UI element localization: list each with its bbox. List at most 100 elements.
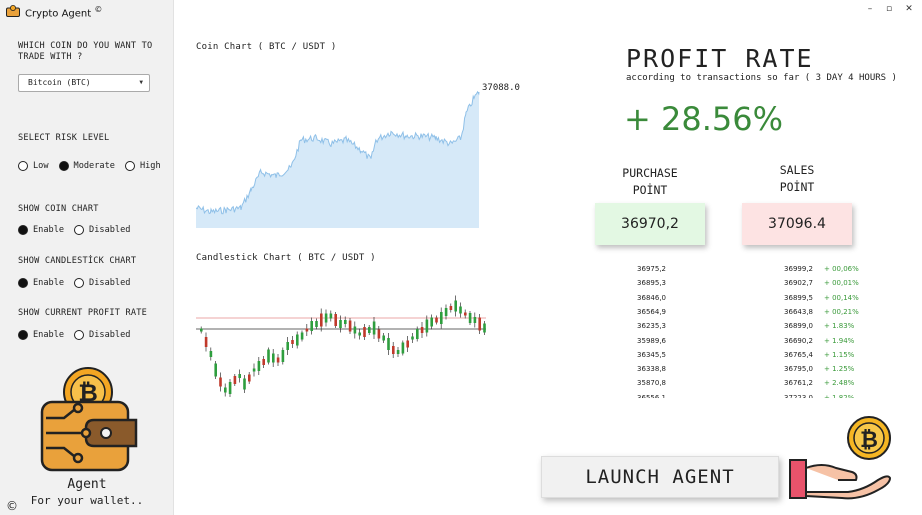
- transaction-row: 36564,9 36643,8 + 00,21%: [600, 308, 880, 322]
- candle-body: [454, 300, 457, 312]
- minimize-button[interactable]: –: [862, 2, 878, 16]
- window-title: Crypto Agent ©: [25, 5, 102, 19]
- transaction-row: 35989,6 36690,2 + 1.94%: [600, 337, 880, 351]
- candlestick-toggle-group: Enable Disabled: [18, 276, 140, 290]
- candle-body: [382, 335, 385, 341]
- candle-body: [368, 327, 371, 333]
- window-title-text: Crypto Agent: [25, 8, 92, 20]
- candle-body: [464, 312, 467, 316]
- transactions-list: 36975,2 36999,2 + 00,06% 36895,3 36902,7 + 00…: [600, 264, 880, 398]
- transaction-sell: 37223,0: [784, 393, 813, 398]
- candle-body: [401, 342, 405, 354]
- profit-rate-title: PROFIT RATE: [626, 44, 814, 73]
- candle-body: [430, 317, 433, 327]
- candle-body: [248, 374, 251, 382]
- transaction-rate: + 1.82%: [824, 393, 855, 398]
- risk-option-low[interactable]: Low: [18, 161, 49, 171]
- agent-title: Agent: [67, 477, 107, 492]
- candle-body: [281, 350, 285, 362]
- transaction-rate: + 1.25%: [824, 365, 855, 374]
- candle-body: [305, 328, 309, 332]
- maximize-button[interactable]: ▫: [881, 2, 897, 16]
- sales-point-label-line1: SALES: [779, 163, 815, 177]
- transaction-buy: 36345,5: [637, 350, 666, 359]
- transaction-row: 36338,8 36795,0 + 1.25%: [600, 365, 880, 379]
- transaction-buy: 36846,0: [637, 293, 666, 302]
- transaction-rate: + 1.15%: [824, 350, 855, 359]
- transaction-buy: 36556,1: [637, 393, 666, 398]
- coin-chart-last-value: 37088.0: [482, 83, 520, 93]
- transaction-rate: + 00,01%: [824, 279, 859, 288]
- candle-body: [387, 338, 390, 350]
- transaction-sell: 36765,4: [784, 350, 813, 359]
- candle-body: [286, 342, 289, 350]
- candle-body: [344, 320, 347, 324]
- transaction-sell: 36795,0: [784, 365, 813, 374]
- transaction-row: 36235,3 36899,0 + 1.83%: [600, 322, 880, 336]
- risk-option-low-label: Low: [33, 161, 49, 171]
- coin-chart-enable[interactable]: Enable: [18, 225, 64, 235]
- coin-select[interactable]: Bitcoin (BTC) ▼: [18, 74, 150, 92]
- sales-point-value: 37096.4: [742, 203, 852, 245]
- svg-text:₿: ₿: [860, 428, 878, 453]
- candle-body: [363, 327, 366, 337]
- candle-body: [238, 374, 241, 378]
- candlestick-enable[interactable]: Enable: [18, 278, 64, 288]
- candle-body: [291, 340, 294, 344]
- candle-body: [425, 319, 429, 333]
- candle-body: [267, 349, 270, 363]
- purchase-point-label: PURCHASE POİNT: [595, 165, 705, 199]
- transaction-buy: 36895,3: [637, 279, 666, 288]
- purchase-point-value: 36970,2: [595, 203, 705, 245]
- candle-body: [339, 320, 342, 328]
- risk-option-high[interactable]: High: [124, 161, 161, 171]
- candle-body: [276, 357, 280, 363]
- launch-agent-button[interactable]: LAUNCH AGENT: [541, 456, 779, 498]
- sidebar: WHICH COIN DO YOU WANT TO TRADE WITH ? B…: [0, 0, 174, 515]
- transaction-rate: + 1.83%: [824, 322, 855, 331]
- profit-enable[interactable]: Enable: [18, 330, 64, 340]
- sales-point-label-line2: POİNT: [779, 180, 815, 194]
- candle-body: [420, 327, 424, 333]
- transaction-sell: 36899,0: [784, 322, 813, 331]
- candle-body: [416, 329, 419, 339]
- coin-chart-title: Coin Chart ( BTC / USDT ): [196, 42, 337, 52]
- show-coin-chart-label: SHOW COIN CHART: [18, 204, 99, 214]
- radio-moderate[interactable]: [58, 161, 69, 171]
- bitcoin-wallet-icon: ₿: [40, 367, 138, 472]
- candle-body: [209, 351, 213, 357]
- candlestick-disabled[interactable]: Disabled: [74, 278, 130, 288]
- title-bar: Crypto Agent © – ▫ ✕: [0, 0, 922, 22]
- radio-coin-chart-enable[interactable]: [18, 225, 28, 235]
- purchase-point-label-line2: POİNT: [632, 183, 668, 197]
- transaction-rate: + 2.48%: [824, 379, 855, 388]
- transaction-buy: 36235,3: [637, 322, 666, 331]
- window-title-mark: ©: [94, 5, 103, 14]
- radio-candlestick-disabled[interactable]: [74, 278, 85, 288]
- transaction-rate: + 1.94%: [824, 336, 855, 345]
- risk-option-moderate[interactable]: Moderate: [58, 161, 115, 171]
- radio-candlestick-enable[interactable]: [18, 278, 28, 288]
- candle-body: [233, 376, 237, 384]
- radio-low[interactable]: [18, 161, 28, 171]
- profit-rate-subtitle: according to transactions so far ( 3 DAY…: [626, 73, 897, 83]
- radio-profit-disabled[interactable]: [74, 330, 85, 340]
- radio-profit-enable[interactable]: [18, 330, 28, 340]
- transaction-sell: 36643,8: [784, 307, 813, 316]
- transaction-row: 36556,1 37223,0 + 1.82%: [600, 394, 880, 398]
- candle-body: [358, 332, 361, 336]
- candle-body: [214, 363, 217, 377]
- profit-rate-value: + 28.56%: [624, 100, 783, 138]
- purchase-point-label-line1: PURCHASE: [622, 166, 678, 180]
- coin-chart-disabled[interactable]: Disabled: [74, 225, 130, 235]
- profit-disabled[interactable]: Disabled: [74, 330, 130, 340]
- radio-coin-chart-disabled[interactable]: [74, 225, 85, 235]
- candle-body: [449, 306, 453, 310]
- candle-body: [228, 382, 232, 394]
- transaction-row: 36846,0 36899,5 + 00,14%: [600, 294, 880, 308]
- candle-body: [406, 340, 409, 348]
- radio-high[interactable]: [124, 161, 135, 171]
- show-candlestick-label: SHOW CANDLESTİCK CHART: [18, 256, 137, 266]
- show-profit-label: SHOW CURRENT PROFIT RATE: [18, 308, 147, 318]
- close-button[interactable]: ✕: [901, 2, 917, 16]
